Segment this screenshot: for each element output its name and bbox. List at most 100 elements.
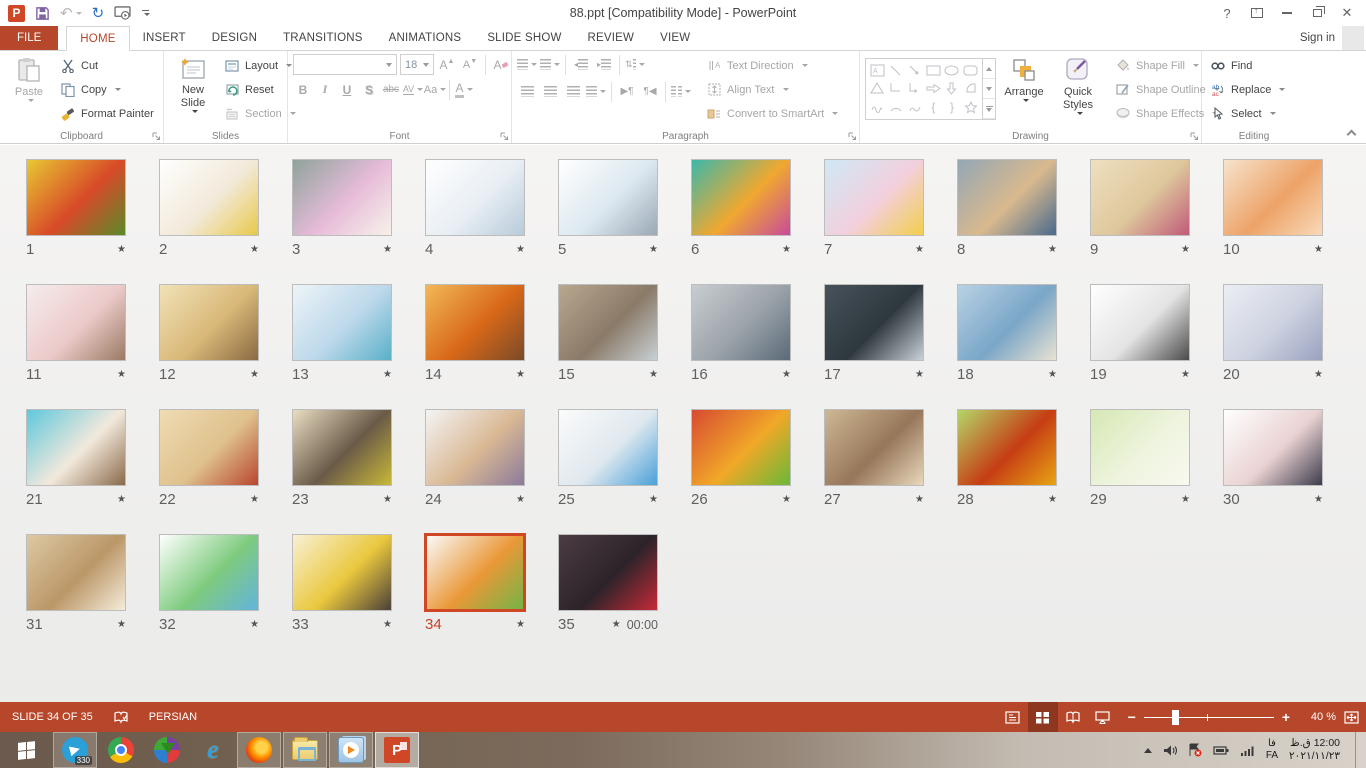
text-shadow-button[interactable]: S (359, 79, 379, 100)
clock[interactable]: 12:00 ق.ظ ۲۰۲۱/۱۱/۲۳ (1289, 737, 1344, 763)
tab-view[interactable]: VIEW (647, 26, 703, 50)
numbering-button[interactable] (540, 54, 560, 75)
transition-star-icon[interactable]: ★ (649, 369, 658, 380)
collapse-ribbon-button[interactable] (1344, 129, 1358, 139)
tab-file[interactable]: FILE (0, 26, 58, 50)
shape-elbow-arrow-icon[interactable] (905, 79, 924, 97)
slide-thumbnail-3[interactable] (292, 159, 392, 236)
slide-thumbnail-17[interactable] (824, 284, 924, 361)
shape-elbow-icon[interactable] (887, 79, 906, 97)
slide-thumbnail-33[interactable] (292, 534, 392, 611)
increase-font-size-button[interactable]: A▲ (437, 54, 457, 75)
paste-button[interactable]: Paste (5, 54, 53, 128)
slide-thumbnail-34[interactable] (424, 533, 526, 612)
shape-ellipse-icon[interactable] (943, 61, 962, 79)
columns-button[interactable] (671, 81, 691, 102)
customize-qat-button[interactable] (141, 10, 150, 16)
slide-thumbnail-1[interactable] (26, 159, 126, 236)
undo-button[interactable]: ↶ (60, 4, 82, 22)
transition-star-icon[interactable]: ★ (516, 244, 525, 255)
slide-thumbnail-7[interactable] (824, 159, 924, 236)
start-from-beginning-button[interactable] (114, 6, 131, 20)
slide-sorter-view-button[interactable] (1028, 702, 1058, 732)
zoom-out-button[interactable]: − (1128, 709, 1136, 725)
taskbar-powerpoint-button[interactable]: P (375, 732, 419, 768)
underline-button[interactable]: U (337, 79, 357, 100)
slide-thumbnail-2[interactable] (159, 159, 259, 236)
transition-star-icon[interactable]: ★ (782, 494, 791, 505)
align-left-button[interactable] (517, 81, 537, 102)
transition-star-icon[interactable]: ★ (1314, 494, 1323, 505)
text-direction-button[interactable]: A Text Direction (703, 54, 841, 77)
transition-star-icon[interactable]: ★ (383, 244, 392, 255)
transition-star-icon[interactable]: ★ (516, 494, 525, 505)
taskbar-telegram-button[interactable]: 330 (53, 732, 97, 768)
align-center-button[interactable] (540, 81, 560, 102)
fit-slide-to-window-button[interactable] (1336, 702, 1366, 732)
help-button[interactable]: ? (1214, 3, 1240, 23)
taskbar-explorer-button[interactable] (283, 732, 327, 768)
slide-thumbnail-35[interactable] (558, 534, 658, 611)
shape-left-brace-icon[interactable]: { (924, 98, 943, 117)
shape-rectangle-icon[interactable] (924, 61, 943, 79)
slide-thumbnail-21[interactable] (26, 409, 126, 486)
shapes-gallery[interactable]: A { (865, 58, 983, 120)
decrease-indent-button[interactable]: ◂ (571, 54, 591, 75)
slide-thumbnail-15[interactable] (558, 284, 658, 361)
slide-thumbnail-32[interactable] (159, 534, 259, 611)
slide-thumbnail-12[interactable] (159, 284, 259, 361)
font-color-button[interactable]: A (454, 79, 474, 100)
select-button[interactable]: Select (1207, 102, 1288, 125)
character-spacing-button[interactable]: AV (403, 79, 423, 100)
transition-star-icon[interactable]: ★ (383, 494, 392, 505)
slide-thumbnail-9[interactable] (1090, 159, 1190, 236)
drawing-dialog-launcher[interactable] (1190, 132, 1199, 141)
format-painter-button[interactable]: Format Painter (57, 102, 157, 125)
transition-star-icon[interactable]: ★ (117, 244, 126, 255)
tab-transitions[interactable]: TRANSITIONS (270, 26, 376, 50)
zoom-slider-thumb[interactable] (1172, 710, 1179, 725)
change-case-button[interactable]: Aa (425, 79, 445, 100)
tab-animations[interactable]: ANIMATIONS (376, 26, 475, 50)
align-text-button[interactable]: Align Text (703, 78, 841, 101)
replace-button[interactable]: abac Replace (1207, 78, 1288, 101)
slide-show-button[interactable] (1088, 702, 1118, 732)
slide-thumbnail-22[interactable] (159, 409, 259, 486)
slide-thumbnail-14[interactable] (425, 284, 525, 361)
show-hidden-icons-button[interactable] (1144, 748, 1152, 753)
transition-star-icon[interactable]: ★ (1181, 494, 1190, 505)
minimize-button[interactable] (1274, 3, 1300, 23)
transition-star-icon[interactable]: ★ (915, 244, 924, 255)
slide-thumbnail-16[interactable] (691, 284, 791, 361)
battery-icon[interactable] (1213, 745, 1229, 755)
redo-button[interactable]: ↻ (92, 4, 105, 22)
slide-thumbnail-23[interactable] (292, 409, 392, 486)
close-button[interactable]: ✕ (1334, 3, 1360, 23)
strikethrough-button[interactable]: abc (381, 79, 401, 100)
bullets-button[interactable] (517, 54, 537, 75)
transition-star-icon[interactable]: ★ (250, 619, 259, 630)
tab-review[interactable]: REVIEW (575, 26, 648, 50)
shape-down-arrow-icon[interactable] (943, 79, 962, 97)
transition-star-icon[interactable]: ★ (383, 619, 392, 630)
normal-view-button[interactable] (998, 702, 1028, 732)
ribbon-display-options-button[interactable] (1244, 3, 1270, 23)
clear-formatting-button[interactable]: A (491, 54, 511, 75)
transition-star-icon[interactable]: ★ (1048, 494, 1057, 505)
language-indicator[interactable]: فا FA (1266, 738, 1278, 763)
paragraph-dialog-launcher[interactable] (848, 132, 857, 141)
transition-star-icon[interactable]: ★ (782, 369, 791, 380)
right-to-left-button[interactable]: ¶◀ (640, 81, 660, 102)
transition-star-icon[interactable]: ★ (649, 244, 658, 255)
reading-view-button[interactable] (1058, 702, 1088, 732)
quick-styles-button[interactable]: Quick Styles (1052, 54, 1104, 128)
shape-pie-icon[interactable] (961, 79, 980, 97)
spell-check-icon[interactable] (113, 711, 129, 724)
zoom-slider[interactable] (1144, 710, 1274, 725)
slide-thumbnail-28[interactable] (957, 409, 1057, 486)
transition-star-icon[interactable]: ★ (117, 369, 126, 380)
taskbar-idm-button[interactable] (145, 732, 189, 768)
taskbar-firefox-button[interactable] (237, 732, 281, 768)
justify-button[interactable] (586, 81, 606, 102)
slide-thumbnail-20[interactable] (1223, 284, 1323, 361)
